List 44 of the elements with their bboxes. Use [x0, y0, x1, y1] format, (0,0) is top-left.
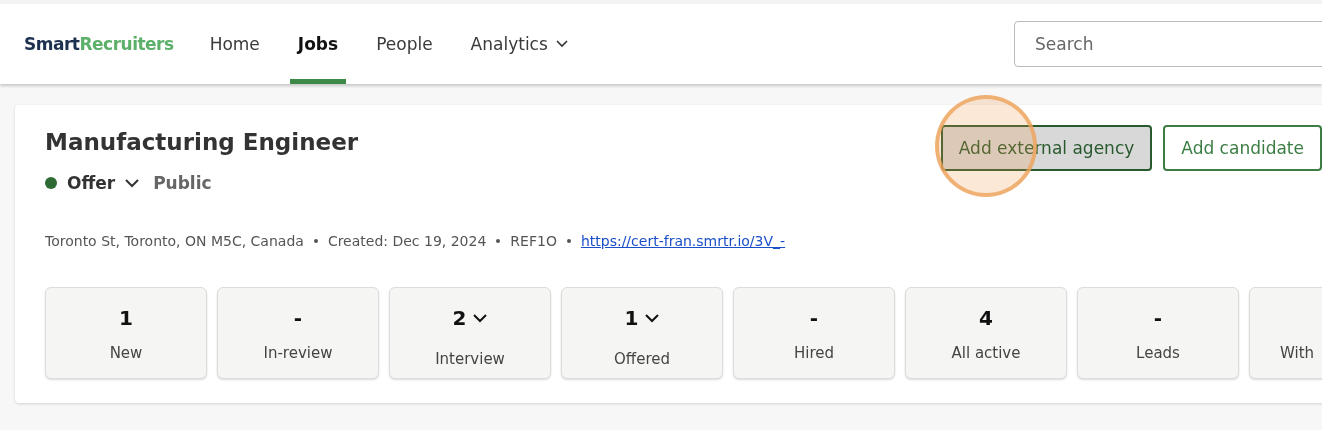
stat-tile[interactable]: - In-review: [217, 287, 379, 379]
bullet-icon: [496, 239, 501, 243]
meta-text: REF1O: [510, 233, 557, 249]
action-button[interactable]: Add external agency: [940, 125, 1153, 171]
job-link[interactable]: https://cert-fran.smrtr.io/3V_-: [580, 233, 786, 249]
stat-value: -: [293, 306, 303, 330]
stat-label: In-review: [263, 344, 333, 362]
nav-tab[interactable]: People: [368, 4, 441, 84]
meta-text: Toronto St, Toronto, ON M5C, Canada: [45, 233, 304, 249]
stat-value: 2: [452, 306, 467, 330]
stat-value: 1: [624, 306, 639, 330]
stat-tile[interactable]: 4 All active: [905, 287, 1067, 379]
stat-tile[interactable]: - Leads: [1077, 287, 1239, 379]
stat-tile[interactable]: 1 Offered: [561, 287, 723, 379]
chevron-down-icon[interactable]: [645, 313, 660, 323]
stat-label: Offered: [614, 350, 670, 368]
stat-value: -: [809, 306, 819, 330]
stat-label: Leads: [1136, 344, 1180, 362]
stat-label: New: [109, 344, 143, 362]
stat-value: -: [1153, 306, 1163, 330]
stat-label: Hired: [793, 344, 834, 362]
nav-tab[interactable]: Analytics: [462, 4, 576, 84]
bullet-icon: [313, 239, 318, 243]
chevron-down-icon[interactable]: [473, 313, 488, 323]
stat-label: Interview: [435, 350, 505, 368]
visibility-label: Public: [153, 173, 212, 193]
nav-tab[interactable]: Home: [201, 4, 268, 84]
stat-value: 4: [979, 306, 993, 330]
stat-value: 1: [119, 306, 133, 330]
search-field[interactable]: Search: [1014, 21, 1322, 67]
job-title: Manufacturing Engineer: [45, 129, 359, 155]
action-button[interactable]: Add candidate: [1163, 125, 1322, 171]
chevron-down-icon[interactable]: [125, 178, 140, 188]
status-label[interactable]: Offer: [67, 173, 116, 193]
stat-tile[interactable]: With: [1249, 287, 1322, 379]
stat-tile[interactable]: 2 Interview: [389, 287, 551, 379]
stat-label: With: [1280, 344, 1315, 362]
stat-tile[interactable]: 1 New: [45, 287, 207, 379]
meta-text: Created: Dec 19, 2024: [327, 233, 487, 249]
stat-label: All active: [951, 344, 1021, 362]
logo[interactable]: SmartRecruiters: [24, 34, 174, 54]
bullet-icon: [566, 239, 571, 243]
stat-tile[interactable]: - Hired: [733, 287, 895, 379]
nav-tab[interactable]: Jobs: [289, 4, 347, 84]
